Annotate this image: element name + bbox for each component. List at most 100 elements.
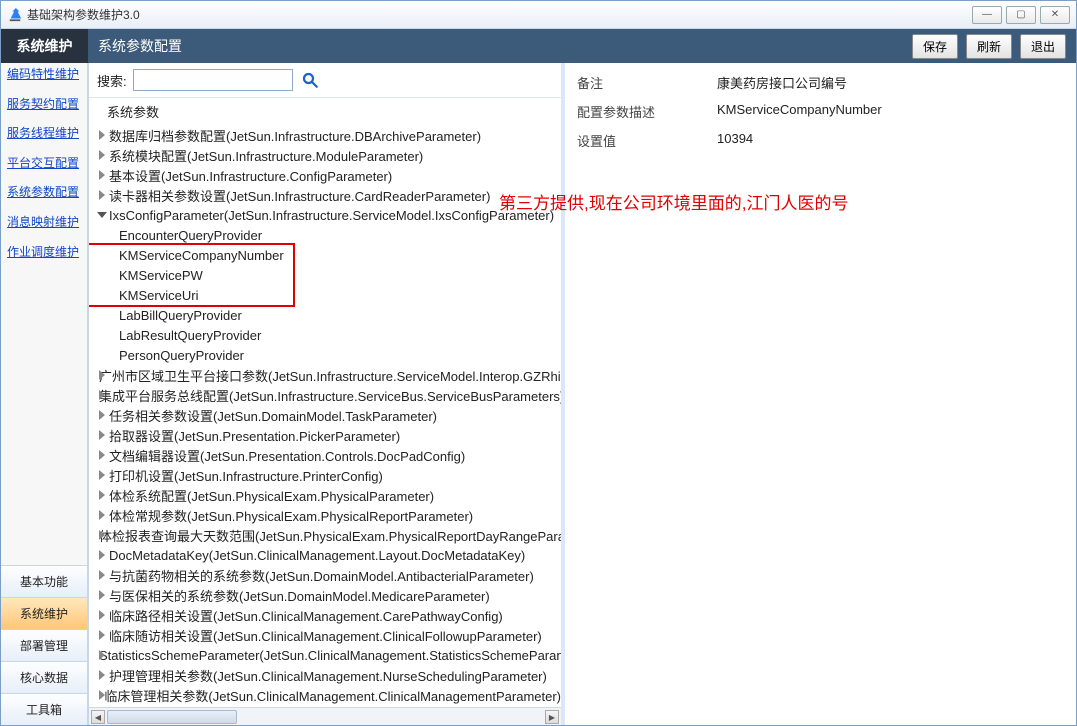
caret-right-icon[interactable] <box>97 590 107 600</box>
tree-node[interactable]: KMServiceUri <box>89 285 561 305</box>
search-input[interactable] <box>133 69 293 91</box>
detail-value: 10394 <box>717 131 753 150</box>
maximize-button[interactable]: ▢ <box>1006 6 1036 24</box>
detail-row: 设置值10394 <box>577 131 1064 150</box>
refresh-button[interactable]: 刷新 <box>966 34 1012 59</box>
sidebar-tab-4[interactable]: 工具箱 <box>1 693 87 725</box>
tree-node-label: 拾取器设置(JetSun.Presentation.PickerParamete… <box>109 426 400 445</box>
sidebar-tab-0[interactable]: 基本功能 <box>1 565 87 597</box>
tree-node-label: 基本设置(JetSun.Infrastructure.ConfigParamet… <box>109 166 392 185</box>
sidebar-link-3[interactable]: 平台交互配置 <box>1 152 87 182</box>
caret-right-icon[interactable] <box>97 570 107 580</box>
tree-scroll[interactable]: 系统参数 数据库归档参数配置(JetSun.Infrastructure.DBA… <box>89 98 561 707</box>
window-title: 基础架构参数维护3.0 <box>27 6 972 23</box>
tree-node[interactable]: 临床管理相关参数(JetSun.ClinicalManagement.Clini… <box>89 685 561 705</box>
caret-right-icon[interactable] <box>97 550 107 560</box>
tree-node[interactable]: KMServicePW <box>89 265 561 285</box>
tree-node-label: 集成平台服务总线配置(JetSun.Infrastructure.Service… <box>99 386 561 405</box>
header-bar: 系统维护 系统参数配置 保存 刷新 退出 <box>1 29 1076 63</box>
caret-right-icon[interactable] <box>97 410 107 420</box>
sidebar-link-5[interactable]: 消息映射维护 <box>1 211 87 241</box>
tree-node[interactable]: PersonQueryProvider <box>89 345 561 365</box>
tree-node-label: EncounterQueryProvider <box>119 228 262 243</box>
caret-right-icon[interactable] <box>97 690 102 700</box>
tree-node[interactable]: 读卡器相关参数设置(JetSun.Infrastructure.CardRead… <box>89 185 561 205</box>
sidebar-link-4[interactable]: 系统参数配置 <box>1 181 87 211</box>
sidebar-link-0[interactable]: 编码特性维护 <box>1 63 87 93</box>
caret-right-icon[interactable] <box>97 490 107 500</box>
caret-right-icon[interactable] <box>97 450 107 460</box>
detail-label: 备注 <box>577 73 717 92</box>
caret-right-icon[interactable] <box>97 470 107 480</box>
tree-node[interactable]: 体检系统配置(JetSun.PhysicalExam.PhysicalParam… <box>89 485 561 505</box>
tree-node[interactable]: EncounterQueryProvider <box>89 225 561 245</box>
tree-node[interactable]: 体检报表查询最大天数范围(JetSun.PhysicalExam.Physica… <box>89 525 561 545</box>
save-button[interactable]: 保存 <box>912 34 958 59</box>
tree-node[interactable]: 体检常规参数(JetSun.PhysicalExam.PhysicalRepor… <box>89 505 561 525</box>
tree-node[interactable]: 文档编辑器设置(JetSun.Presentation.Controls.Doc… <box>89 445 561 465</box>
sidebar-link-6[interactable]: 作业调度维护 <box>1 241 87 271</box>
sidebar-tab-1[interactable]: 系统维护 <box>1 597 87 629</box>
caret-right-icon[interactable] <box>97 510 107 520</box>
tree-node-label: 体检报表查询最大天数范围(JetSun.PhysicalExam.Physica… <box>99 526 561 545</box>
tree-node[interactable]: DocMetadataKey(JetSun.ClinicalManagement… <box>89 545 561 565</box>
tree-node-label: 打印机设置(JetSun.Infrastructure.PrinterConfi… <box>109 466 383 485</box>
tree-node[interactable]: LabResultQueryProvider <box>89 325 561 345</box>
tree-node-label: 与抗菌药物相关的系统参数(JetSun.DomainModel.Antibact… <box>109 566 534 585</box>
detail-row: 备注康美药房接口公司编号 <box>577 73 1064 92</box>
tree-node[interactable]: StatisticsSchemeParameter(JetSun.Clinica… <box>89 645 561 665</box>
tree-node[interactable]: 任务相关参数设置(JetSun.DomainModel.TaskParamete… <box>89 405 561 425</box>
tree-node[interactable]: 集成平台服务总线配置(JetSun.Infrastructure.Service… <box>89 385 561 405</box>
caret-right-icon[interactable] <box>97 130 107 140</box>
tree-node[interactable]: 数据库归档参数配置(JetSun.Infrastructure.DBArchiv… <box>89 125 561 145</box>
caret-right-icon[interactable] <box>97 610 107 620</box>
search-icon[interactable] <box>299 69 321 91</box>
tree-node[interactable]: 与医保相关的系统参数(JetSun.DomainModel.MedicarePa… <box>89 585 561 605</box>
tree-node-label: IxsConfigParameter(JetSun.Infrastructure… <box>109 208 554 223</box>
tree-node-label: 临床管理相关参数(JetSun.ClinicalManagement.Clini… <box>104 686 561 705</box>
minimize-button[interactable]: — <box>972 6 1002 24</box>
tree-panel: 搜索: 系统参数 数据库归档参数配置(JetSun.Infrastructure… <box>88 63 565 725</box>
tree-node[interactable]: KMServiceCompanyNumber <box>89 245 561 265</box>
tree-node[interactable]: 系统模块配置(JetSun.Infrastructure.ModuleParam… <box>89 145 561 165</box>
detail-value: 康美药房接口公司编号 <box>717 73 847 92</box>
tree-node-label: KMServicePW <box>119 268 203 283</box>
header-section: 系统维护 <box>1 29 88 63</box>
sidebar-tab-3[interactable]: 核心数据 <box>1 661 87 693</box>
caret-right-icon[interactable] <box>97 630 107 640</box>
tree-node[interactable]: 打印机设置(JetSun.Infrastructure.PrinterConfi… <box>89 465 561 485</box>
sidebar-link-1[interactable]: 服务契约配置 <box>1 93 87 123</box>
sidebar: 编码特性维护服务契约配置服务线程维护平台交互配置系统参数配置消息映射维护作业调度… <box>1 63 88 725</box>
tree-node-label: LabResultQueryProvider <box>119 328 261 343</box>
detail-row: 配置参数描述KMServiceCompanyNumber <box>577 102 1064 121</box>
tree-node[interactable]: 临床随访相关设置(JetSun.ClinicalManagement.Clini… <box>89 625 561 645</box>
scroll-left-icon[interactable]: ◀ <box>91 710 105 724</box>
tree-node[interactable]: 护理管理相关参数(JetSun.ClinicalManagement.Nurse… <box>89 665 561 685</box>
tree-node-label: 任务相关参数设置(JetSun.DomainModel.TaskParamete… <box>109 406 437 425</box>
caret-right-icon[interactable] <box>97 670 107 680</box>
exit-button[interactable]: 退出 <box>1020 34 1066 59</box>
tree-node-label: 临床随访相关设置(JetSun.ClinicalManagement.Clini… <box>109 626 542 645</box>
caret-right-icon[interactable] <box>97 190 107 200</box>
tree-node[interactable]: 与抗菌药物相关的系统参数(JetSun.DomainModel.Antibact… <box>89 565 561 585</box>
tree-node[interactable]: LabBillQueryProvider <box>89 305 561 325</box>
detail-value: KMServiceCompanyNumber <box>717 102 882 121</box>
horizontal-scrollbar[interactable]: ◀ ▶ <box>89 707 561 725</box>
tree-node[interactable]: IxsConfigParameter(JetSun.Infrastructure… <box>89 205 561 225</box>
tree-node[interactable]: 广州市区域卫生平台接口参数(JetSun.Infrastructure.Serv… <box>89 365 561 385</box>
tree-node[interactable]: 临床路径相关设置(JetSun.ClinicalManagement.CareP… <box>89 605 561 625</box>
tree-node-label: 文档编辑器设置(JetSun.Presentation.Controls.Doc… <box>109 446 465 465</box>
caret-right-icon[interactable] <box>97 150 107 160</box>
detail-label: 配置参数描述 <box>577 102 717 121</box>
caret-right-icon[interactable] <box>97 170 107 180</box>
tree-node[interactable]: 基本设置(JetSun.Infrastructure.ConfigParamet… <box>89 165 561 185</box>
sidebar-tab-2[interactable]: 部署管理 <box>1 629 87 661</box>
tree-node[interactable]: 拾取器设置(JetSun.Presentation.PickerParamete… <box>89 425 561 445</box>
sidebar-link-2[interactable]: 服务线程维护 <box>1 122 87 152</box>
caret-right-icon[interactable] <box>97 430 107 440</box>
close-button[interactable]: ✕ <box>1040 6 1070 24</box>
scroll-thumb[interactable] <box>107 710 237 724</box>
tree-node-label: LabBillQueryProvider <box>119 308 242 323</box>
caret-down-icon[interactable] <box>97 210 107 220</box>
scroll-right-icon[interactable]: ▶ <box>545 710 559 724</box>
